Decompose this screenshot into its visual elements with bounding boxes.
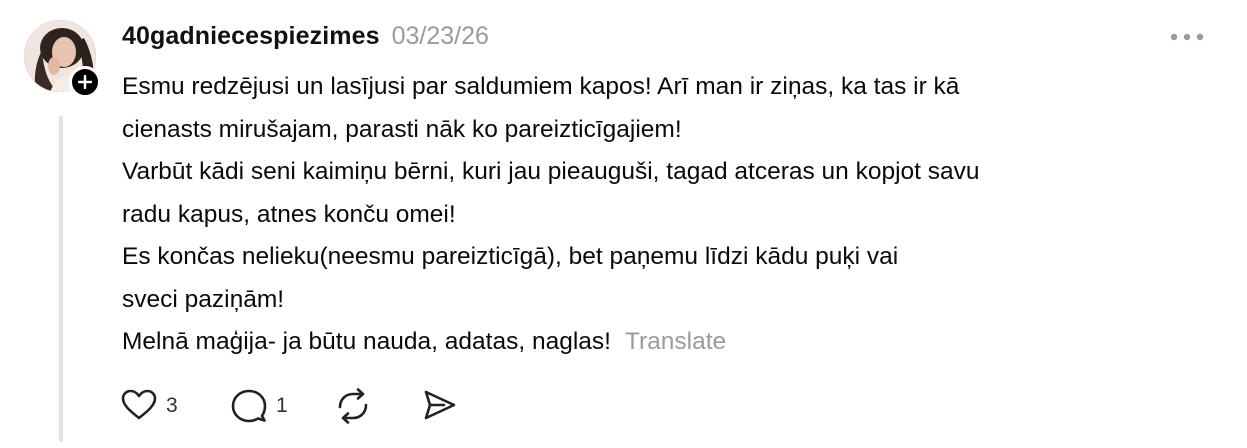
post-header: 40gadniecespiezimes 03/23/26 [122,22,489,56]
post-text-line: radu kapus, atnes konču omei! [122,200,456,228]
like-count: 3 [166,394,178,417]
translate-link[interactable]: Translate [625,328,726,355]
post-text-line: cienasts mirušajam, parasti nāk ko parei… [122,115,682,143]
repost-button[interactable] [332,385,374,427]
more-horizontal-icon [1170,33,1204,41]
plus-icon [78,75,92,89]
reply-count: 1 [276,394,288,417]
post-text-line-last: Melnā maģija- ja būtu nauda, adatas, nag… [122,321,1202,364]
post-body: Esmu redzējusi un lasījusi par saldumiem… [122,66,1202,364]
follow-button[interactable] [69,66,101,98]
avatar-container [24,20,102,98]
heart-icon [121,389,157,420]
reply-button[interactable]: 1 [228,385,288,427]
share-button[interactable] [418,385,460,427]
post-text-line: Esmu redzējusi un lasījusi par saldumiem… [122,73,960,100]
repost-icon [338,388,368,424]
post-timestamp: 03/23/26 [391,22,489,50]
post-text-line: sveci paziņām! [122,285,285,313]
like-button[interactable]: 3 [118,385,178,427]
send-icon [424,390,456,420]
post-text-final: Melnā maģija- ja būtu nauda, adatas, nag… [122,328,611,355]
comment-icon [231,389,267,423]
post-text-line: Varbūt kādi seni kaimiņu bērni, kuri jau… [122,158,980,185]
thread-line [59,116,63,442]
username-link[interactable]: 40gadniecespiezimes [122,22,380,51]
post: 40gadniecespiezimes 03/23/26 Esmu redzēj… [0,0,1247,448]
post-text-line: Es končas nelieku(neesmu pareizticīgā), … [122,243,899,270]
more-options-button[interactable] [1163,24,1211,48]
